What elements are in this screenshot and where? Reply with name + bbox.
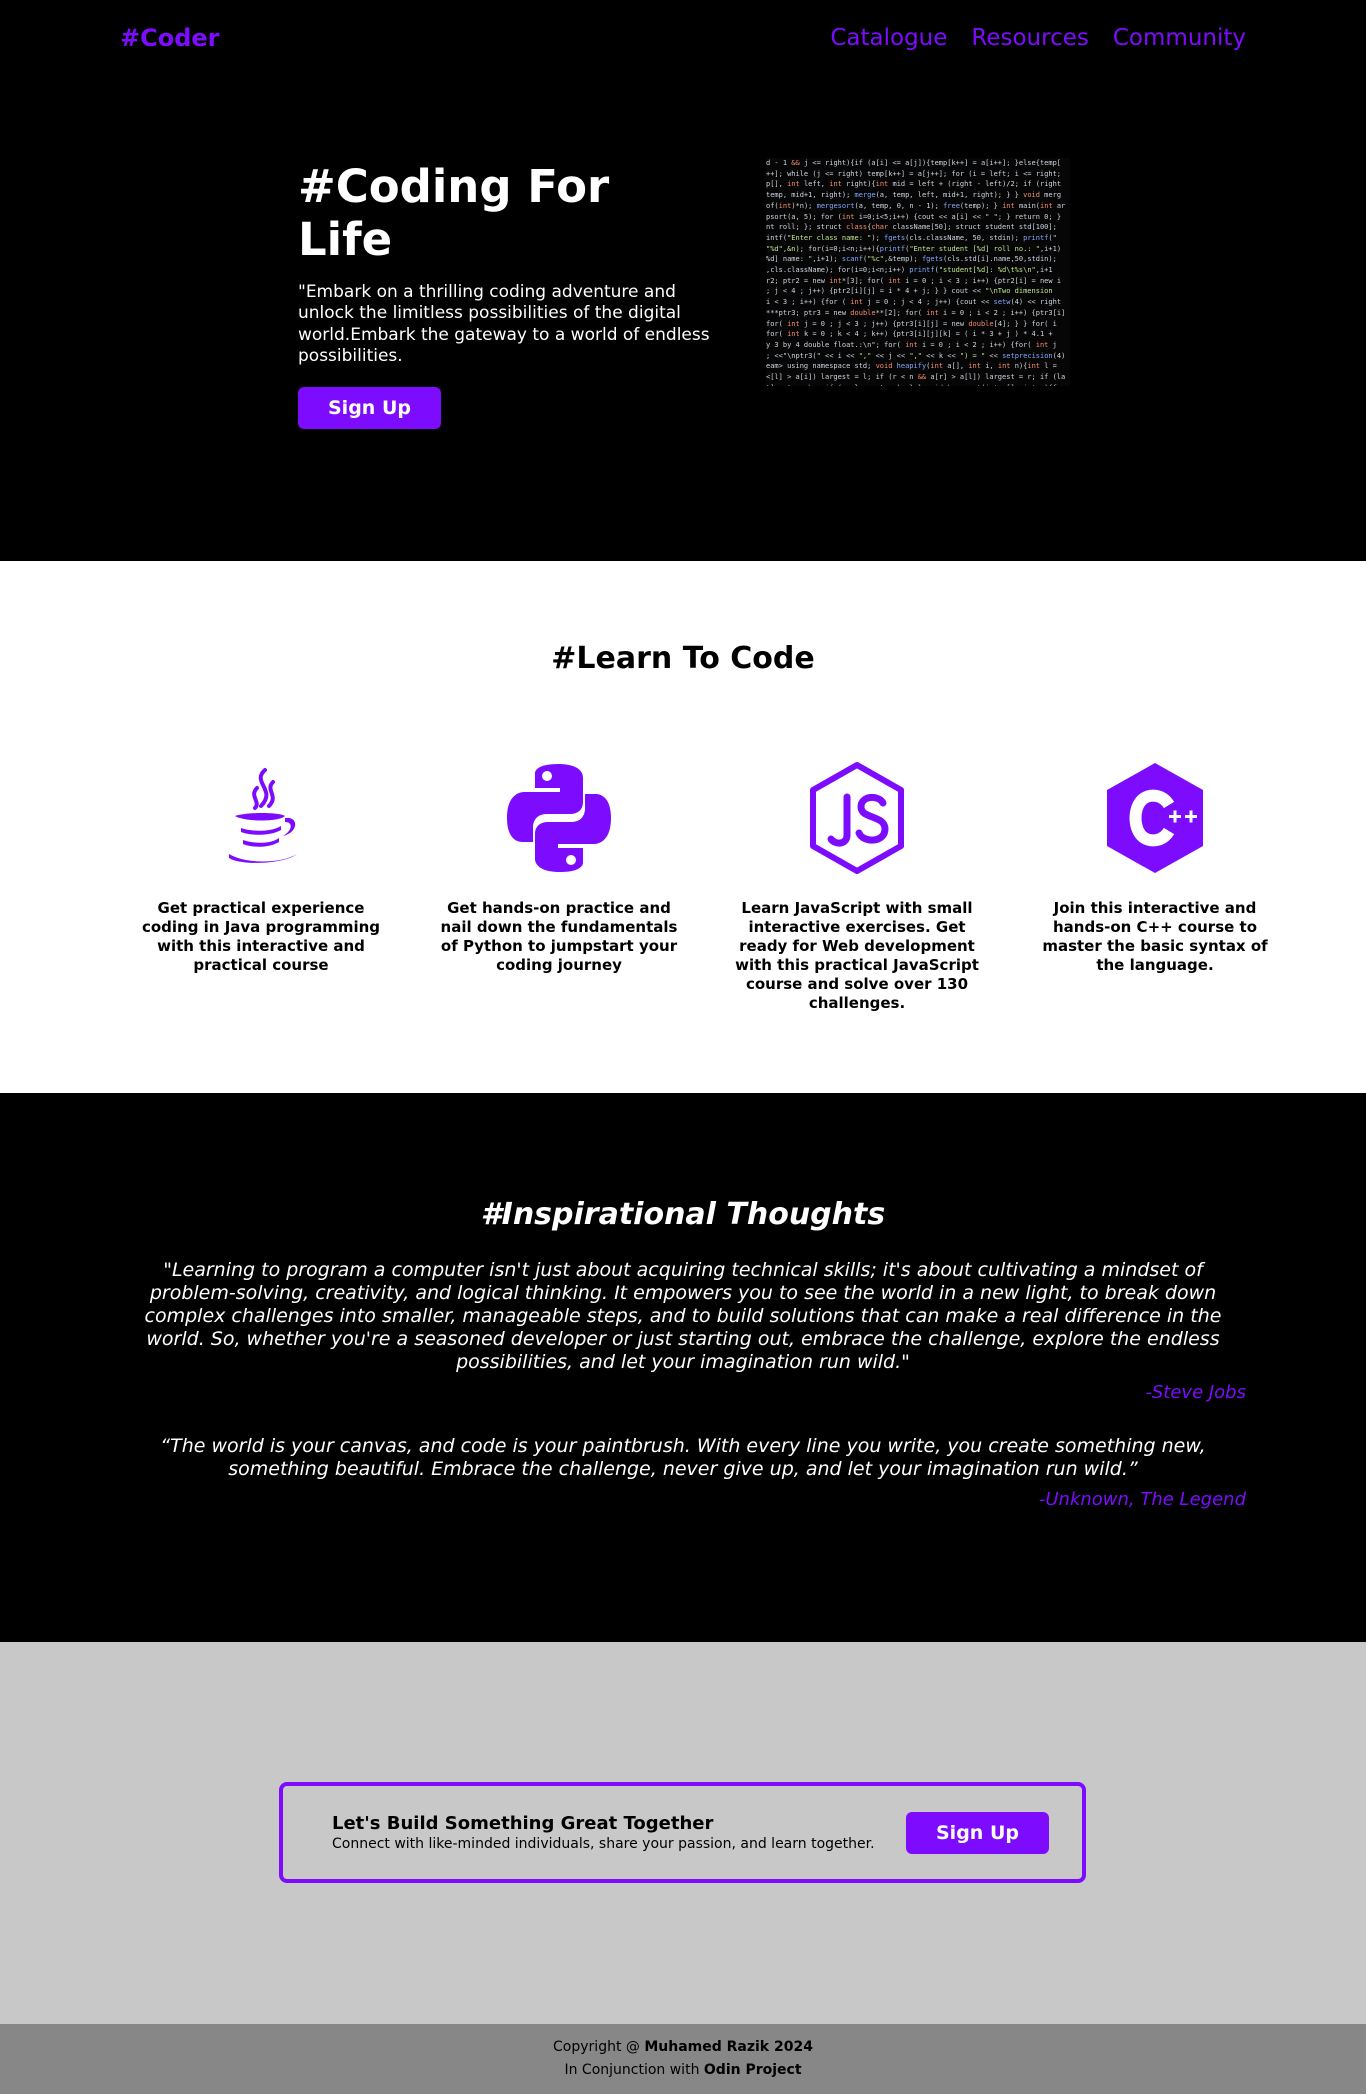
quote-text: "Learning to program a computer isn't ju…: [144, 1259, 1222, 1373]
hero-section: #Coder Catalogue Resources Community #Co…: [0, 0, 1366, 561]
top-nav: #Coder Catalogue Resources Community: [0, 0, 1366, 60]
hero-content: #Coding For Life "Embark on a thrilling …: [298, 160, 718, 429]
learn-section: #Learn To Code Get practical experience …: [0, 561, 1366, 1093]
cta-box: Let's Build Something Great Together Con…: [279, 1782, 1086, 1883]
course-card-text: Get practical experience coding in Java …: [141, 899, 381, 974]
cta-texts: Let's Build Something Great Together Con…: [332, 1813, 894, 1852]
course-card-text: Get hands-on practice and nail down the …: [440, 899, 678, 974]
course-card-python[interactable]: Get hands-on practice and nail down the …: [410, 759, 708, 1013]
nav-link-community[interactable]: Community: [1113, 25, 1246, 51]
quotes-section: #Inspirational Thoughts "Learning to pro…: [0, 1093, 1366, 1642]
nav-link-catalogue[interactable]: Catalogue: [830, 25, 947, 51]
quote-author: -Steve Jobs: [1145, 1382, 1246, 1403]
footer-conjunction-prefix: In Conjunction with: [564, 2062, 704, 2078]
quote-block: “The world is your canvas, and code is y…: [120, 1435, 1246, 1510]
cpp-icon: [1006, 759, 1304, 877]
course-card-text: Learn JavaScript with small interactive …: [735, 899, 979, 1012]
course-card-text: Join this interactive and hands-on C++ c…: [1042, 899, 1268, 974]
hero-signup-button[interactable]: Sign Up: [298, 387, 441, 429]
python-icon: [410, 759, 708, 877]
footer: Copyright @ Muhamed Razik 2024 In Conjun…: [0, 2024, 1366, 2094]
footer-conjunction: In Conjunction with Odin Project: [0, 2059, 1366, 2082]
footer-copyright: Copyright @ Muhamed Razik 2024: [0, 2036, 1366, 2059]
code-screenshot-image: d - 1 && j <= right){if (a[i] <= a[j]){t…: [766, 158, 1070, 386]
footer-copyright-prefix: Copyright @: [553, 2039, 645, 2055]
cta-section: Let's Build Something Great Together Con…: [0, 1642, 1366, 2024]
course-card-cpp[interactable]: Join this interactive and hands-on C++ c…: [1006, 759, 1304, 1013]
course-card-javascript[interactable]: Learn JavaScript with small interactive …: [708, 759, 1006, 1013]
nav-link-resources[interactable]: Resources: [971, 25, 1088, 51]
cta-subtext: Connect with like-minded individuals, sh…: [332, 1836, 875, 1852]
quote-text: “The world is your canvas, and code is y…: [160, 1435, 1206, 1480]
cta-heading: Let's Build Something Great Together: [332, 1813, 714, 1834]
quote-block: "Learning to program a computer isn't ju…: [120, 1259, 1246, 1403]
cta-signup-button[interactable]: Sign Up: [906, 1811, 1049, 1854]
footer-author: Muhamed Razik 2024: [644, 2039, 813, 2055]
course-card-java[interactable]: Get practical experience coding in Java …: [112, 759, 410, 1013]
brand-logo[interactable]: #Coder: [120, 24, 220, 52]
quote-author: -Unknown, The Legend: [1038, 1489, 1246, 1510]
learn-title: #Learn To Code: [551, 641, 815, 676]
java-icon: [112, 759, 410, 877]
hero-text: "Embark on a thrilling coding adventure …: [298, 282, 710, 366]
quotes-title: #Inspirational Thoughts: [480, 1197, 886, 1232]
nav-links: Catalogue Resources Community: [830, 25, 1246, 51]
footer-partner: Odin Project: [703, 2062, 802, 2078]
javascript-icon: [708, 759, 1006, 877]
course-cards: Get practical experience coding in Java …: [112, 759, 1304, 1013]
hero-title: #Coding For Life: [298, 160, 610, 266]
